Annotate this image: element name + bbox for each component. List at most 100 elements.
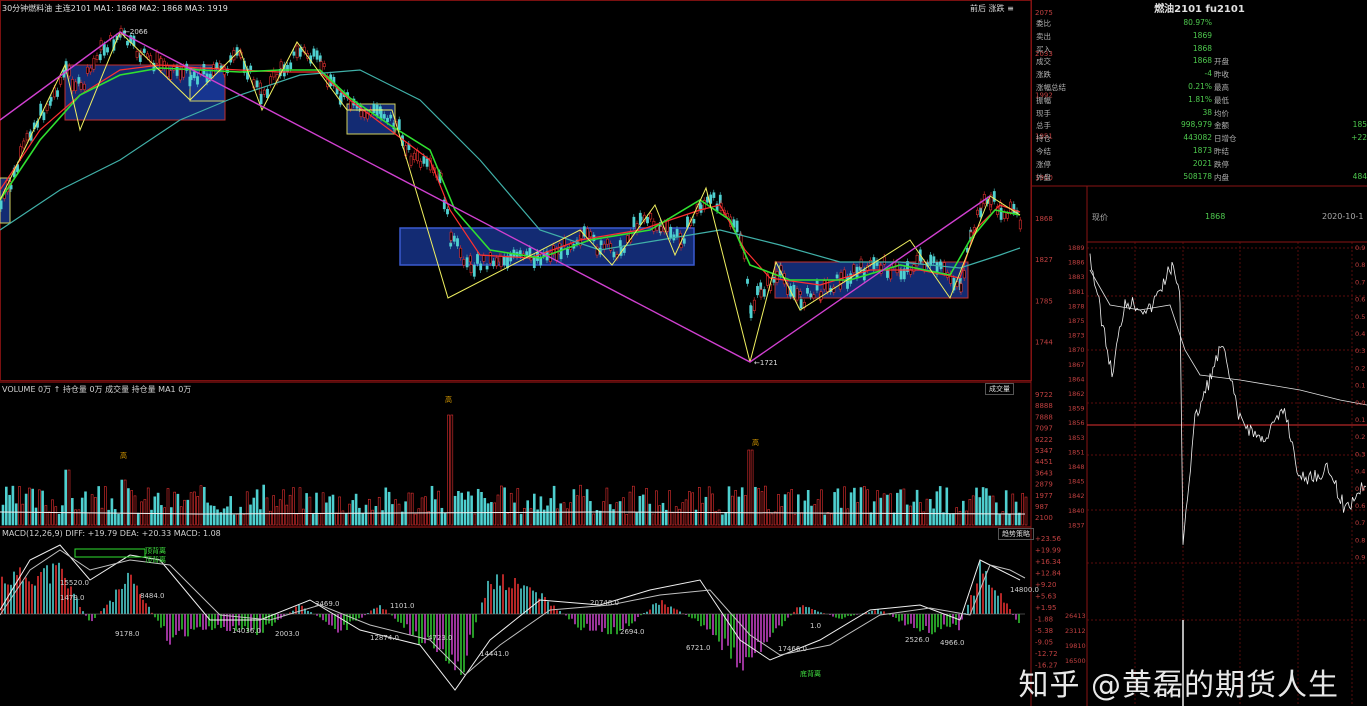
volume-bar: [975, 487, 978, 526]
volume-bar: [61, 505, 64, 526]
quote-value: 0.21%: [1188, 82, 1212, 91]
candle-body: [509, 253, 513, 262]
candle-body: [416, 150, 419, 162]
volume-bar: [285, 504, 289, 526]
candle-body: [882, 256, 886, 265]
candle-body: [74, 81, 78, 91]
volume-bar: [915, 489, 919, 526]
volume-bar: [961, 500, 965, 526]
macd-annotation: 14800.0: [1010, 586, 1039, 594]
volume-bar: [391, 504, 394, 526]
mini-left-tick: 1881: [1068, 288, 1085, 296]
candle-body: [289, 62, 293, 70]
volume-bar: [826, 512, 830, 526]
volume-bar: [1021, 493, 1025, 526]
candle-body: [279, 61, 283, 69]
volume-bar: [760, 491, 764, 526]
quote-value: 80.97%: [1183, 18, 1212, 27]
mini-left-tick: 1873: [1068, 332, 1085, 340]
quote-key: 委比: [1036, 19, 1051, 28]
volume-bar: [153, 496, 157, 526]
volume-bar: [11, 485, 15, 526]
candle-body: [42, 112, 46, 121]
volume-bar: [532, 493, 536, 526]
candle-body: [482, 255, 486, 262]
candle-body: [142, 48, 146, 53]
volume-bar: [490, 502, 493, 526]
volume-bar: [146, 487, 150, 526]
volume-bar: [245, 491, 249, 526]
volume-bar: [295, 513, 299, 526]
main-chart-toolbar[interactable]: 前后 涨跌 ≡: [970, 3, 1014, 14]
volume-bar: [493, 502, 497, 526]
volume-bar: [84, 491, 87, 526]
volume-bar: [750, 449, 754, 526]
volume-bar: [410, 492, 414, 526]
candle-body: [175, 66, 179, 76]
volume-bar: [242, 514, 246, 526]
macd-annotation: 底背离: [800, 669, 821, 678]
volume-bar: [338, 496, 341, 526]
candle-body: [806, 287, 809, 294]
volume-tick-label: 1977: [1035, 492, 1053, 500]
volume-bar: [196, 496, 199, 526]
volume-bar: [631, 485, 635, 526]
volume-bar: [397, 503, 401, 526]
volume-bar: [886, 494, 889, 526]
volume-bar: [876, 490, 879, 526]
quote-key-2: 均价: [1214, 108, 1229, 118]
candle-body: [485, 265, 489, 270]
candle-body: [826, 279, 829, 292]
mini-volume-tick: 19810: [1065, 642, 1086, 650]
quote-key-2: 昨结: [1214, 147, 1229, 156]
volume-bar: [499, 485, 503, 526]
volume-bar: [193, 491, 196, 526]
volume-bar: [427, 511, 431, 526]
volume-bar: [473, 513, 477, 526]
macd-annotation: 4966.0: [940, 639, 965, 647]
candle-body: [189, 74, 193, 81]
macd-strategy-dropdown[interactable]: 趋势策略: [998, 528, 1034, 540]
volume-bar: [565, 508, 569, 526]
volume-bar: [325, 502, 328, 526]
volume-bar: [965, 510, 968, 526]
volume-bar: [757, 488, 761, 526]
volume-bar: [1008, 513, 1011, 526]
volume-bar: [556, 508, 559, 526]
candle-body: [699, 204, 703, 213]
candle-body: [82, 83, 86, 90]
mini-left-tick: 1889: [1068, 244, 1085, 252]
candle-body: [612, 251, 616, 258]
volume-bar: [259, 509, 262, 526]
volume-bar: [562, 502, 566, 526]
volume-indicator-dropdown[interactable]: 成交量: [985, 383, 1014, 395]
volume-bar: [674, 506, 678, 526]
candle-body: [77, 77, 81, 84]
volume-bar: [315, 492, 318, 526]
candle-body: [202, 63, 206, 75]
quote-title: 燃油2101 fu2101: [1154, 4, 1245, 15]
volume-bar: [255, 489, 259, 526]
candle-body: [56, 90, 59, 97]
candle-body: [71, 79, 74, 92]
volume-tick-label: 2100: [1035, 514, 1053, 522]
volume-bar: [846, 508, 850, 526]
volume-bar: [130, 490, 133, 526]
volume-bar: [816, 499, 820, 526]
macd-annotation: 17466.0: [778, 645, 807, 653]
volume-bar: [820, 489, 823, 526]
price-tick-label: 1868: [1035, 215, 1053, 223]
candle-body: [379, 109, 383, 119]
quote-key-2: 内盘: [1214, 172, 1229, 182]
volume-bar: [143, 499, 147, 526]
candle-body: [589, 231, 593, 237]
candle-body: [295, 45, 299, 59]
candle-body: [646, 217, 649, 224]
volume-bar: [691, 492, 695, 526]
volume-bar: [625, 514, 629, 526]
volume-bar: [440, 507, 444, 526]
mini-right-tick: 0.7: [1355, 519, 1365, 527]
quote-key: 涨跌: [1036, 70, 1051, 80]
volume-bar: [374, 506, 378, 526]
volume-bar: [486, 503, 490, 526]
